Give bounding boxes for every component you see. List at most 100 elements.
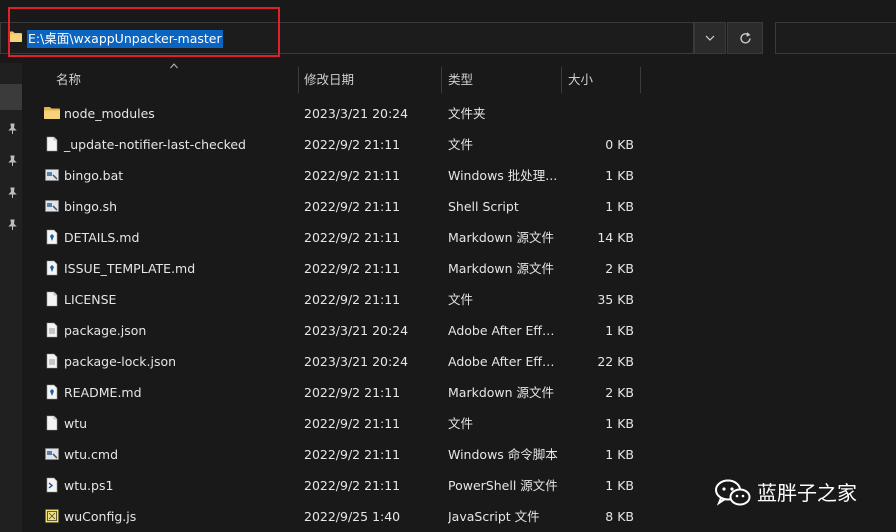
- powershell-file-icon: [46, 477, 58, 493]
- file-row[interactable]: README.md 2022/9/2 21:11 Markdown 源文件 2 KB: [22, 377, 896, 408]
- file-name: README.md: [64, 385, 142, 400]
- file-date-modified: 2022/9/2 21:11: [304, 230, 401, 245]
- pin-icon[interactable]: [6, 123, 18, 135]
- file-date-modified: 2023/3/21 20:24: [304, 354, 409, 369]
- wechat-logo-icon: [715, 479, 751, 506]
- shell-file-icon: [45, 200, 59, 212]
- file-type: Adobe After Effe...: [448, 354, 560, 369]
- column-divider[interactable]: [441, 67, 442, 93]
- nav-selected-item[interactable]: [0, 84, 22, 110]
- file-date-modified: 2022/9/2 21:11: [304, 478, 401, 493]
- file-date-modified: 2022/9/2 21:11: [304, 261, 401, 276]
- file-type: Markdown 源文件: [448, 385, 555, 400]
- file-size: 0 KB: [605, 137, 634, 152]
- file-date-modified: 2023/3/21 20:24: [304, 106, 409, 121]
- file-row[interactable]: ISSUE_TEMPLATE.md 2022/9/2 21:11 Markdown …: [22, 253, 896, 284]
- column-header-date[interactable]: 修改日期: [304, 63, 354, 97]
- cmd-file-icon: [45, 448, 59, 460]
- file-type: 文件: [448, 292, 474, 307]
- file-row[interactable]: _update-notifier-last-checked 2022/9/2 21…: [22, 129, 896, 160]
- file-size: 1 KB: [605, 447, 634, 462]
- watermark-text: 蓝胖子之家: [757, 481, 857, 505]
- file-type: Markdown 源文件: [448, 261, 555, 276]
- column-header-type[interactable]: 类型: [448, 63, 473, 97]
- file-type: 文件夹: [448, 106, 486, 121]
- file-date-modified: 2022/9/2 21:11: [304, 447, 401, 462]
- file-icon: [46, 136, 58, 152]
- column-header: 名称 修改日期 类型 大小: [22, 63, 896, 97]
- pin-icon[interactable]: [6, 155, 18, 167]
- file-size: 1 KB: [605, 416, 634, 431]
- pin-icon[interactable]: [6, 219, 18, 231]
- file-row[interactable]: node_modules 2023/3/21 20:24 文件夹: [22, 98, 896, 129]
- file-date-modified: 2022/9/2 21:11: [304, 168, 401, 183]
- file-row[interactable]: package.json 2023/3/21 20:24 Adobe After E…: [22, 315, 896, 346]
- file-name: package.json: [64, 323, 147, 338]
- refresh-button[interactable]: [727, 22, 763, 54]
- file-row[interactable]: bingo.sh 2022/9/2 21:11 Shell Script 1 KB: [22, 191, 896, 222]
- annotation-highlight-box: [8, 7, 280, 57]
- file-date-modified: 2022/9/25 1:40: [304, 509, 401, 524]
- file-name: DETAILS.md: [64, 230, 140, 245]
- file-type: Markdown 源文件: [448, 230, 555, 245]
- folder-icon: [44, 107, 60, 119]
- file-type: JavaScript 文件: [448, 509, 540, 524]
- file-name: wtu.ps1: [64, 478, 114, 493]
- markdown-file-icon: [46, 260, 58, 276]
- chevron-down-icon: [705, 35, 715, 41]
- file-name: wtu: [64, 416, 88, 431]
- file-size: 22 KB: [597, 354, 634, 369]
- file-size: 8 KB: [605, 509, 634, 524]
- file-date-modified: 2022/9/2 21:11: [304, 199, 401, 214]
- bat-file-icon: [45, 169, 59, 181]
- column-divider[interactable]: [640, 67, 641, 93]
- file-row[interactable]: wtu 2022/9/2 21:11 文件 1 KB: [22, 408, 896, 439]
- file-row[interactable]: package-lock.json 2023/3/21 20:24 Adobe Af…: [22, 346, 896, 377]
- file-type: Windows 批处理...: [448, 168, 558, 183]
- file-date-modified: 2022/9/2 21:11: [304, 416, 401, 431]
- file-name: node_modules: [64, 106, 155, 121]
- file-icon: [46, 415, 58, 431]
- file-date-modified: 2022/9/2 21:11: [304, 292, 401, 307]
- column-divider[interactable]: [561, 67, 562, 93]
- file-name: wuConfig.js: [64, 509, 137, 524]
- file-size: 35 KB: [597, 292, 634, 307]
- file-row[interactable]: DETAILS.md 2022/9/2 21:11 Markdown 源文件 14 K…: [22, 222, 896, 253]
- markdown-file-icon: [46, 384, 58, 400]
- file-date-modified: 2022/9/2 21:11: [304, 385, 401, 400]
- file-name: bingo.sh: [64, 199, 118, 214]
- file-size: 14 KB: [597, 230, 634, 245]
- file-size: 1 KB: [605, 168, 634, 183]
- file-size: 2 KB: [605, 385, 634, 400]
- column-header-name[interactable]: 名称: [56, 63, 81, 97]
- file-name: package-lock.json: [64, 354, 177, 369]
- file-name: ISSUE_TEMPLATE.md: [64, 261, 196, 276]
- refresh-icon: [739, 31, 751, 43]
- json-file-icon: [46, 322, 58, 338]
- file-size: 1 KB: [605, 323, 634, 338]
- file-icon: [46, 291, 58, 307]
- file-name: bingo.bat: [64, 168, 124, 183]
- search-input[interactable]: [775, 22, 896, 54]
- javascript-file-icon: [45, 509, 59, 523]
- file-date-modified: 2023/3/21 20:24: [304, 323, 409, 338]
- file-type: 文件: [448, 137, 474, 152]
- json-file-icon: [46, 353, 58, 369]
- file-type: Windows 命令脚本: [448, 447, 558, 462]
- address-dropdown-button[interactable]: [694, 22, 726, 54]
- file-date-modified: 2022/9/2 21:11: [304, 137, 401, 152]
- file-row[interactable]: wtu.cmd 2022/9/2 21:11 Windows 命令脚本 1 KB: [22, 439, 896, 470]
- file-type: 文件: [448, 416, 474, 431]
- file-size: 2 KB: [605, 261, 634, 276]
- file-row[interactable]: LICENSE 2022/9/2 21:11 文件 35 KB: [22, 284, 896, 315]
- column-header-size[interactable]: 大小: [568, 63, 593, 97]
- file-type: Adobe After Effe...: [448, 323, 560, 338]
- file-row[interactable]: bingo.bat 2022/9/2 21:11 Windows 批处理... 1 K…: [22, 160, 896, 191]
- file-type: PowerShell 源文件: [448, 478, 558, 493]
- file-name: _update-notifier-last-checked: [64, 137, 246, 152]
- file-size: 1 KB: [605, 199, 634, 214]
- file-size: 1 KB: [605, 478, 634, 493]
- pin-icon[interactable]: [6, 187, 18, 199]
- column-divider[interactable]: [298, 67, 299, 93]
- markdown-file-icon: [46, 229, 58, 245]
